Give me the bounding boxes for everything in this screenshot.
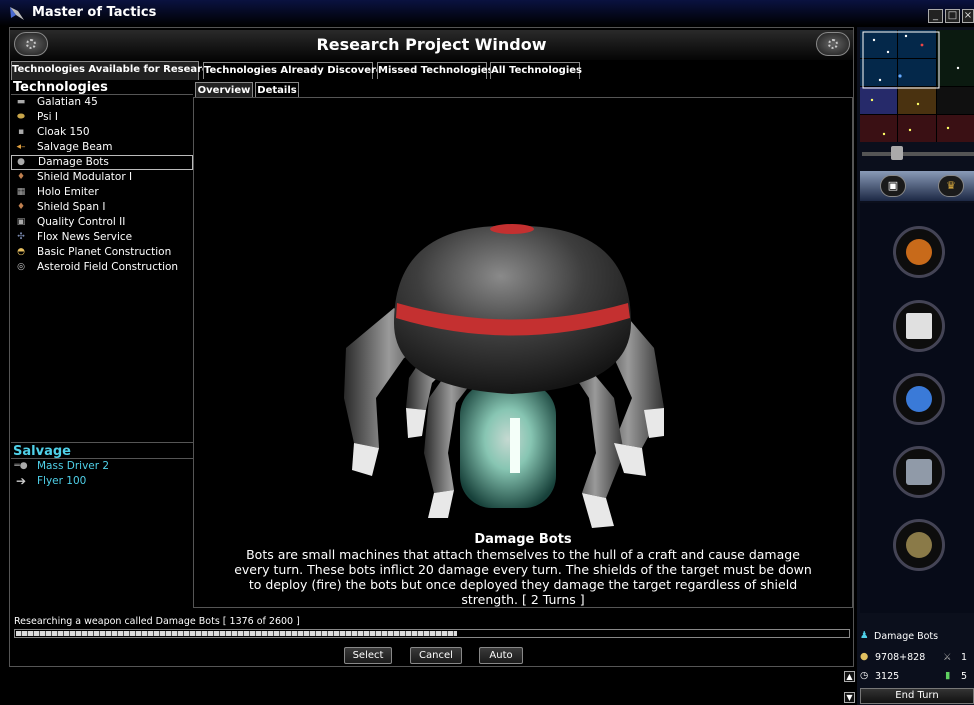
technology-description: Bots are small machines that attach them… xyxy=(234,547,812,607)
save-icon[interactable]: ▣ xyxy=(880,175,906,197)
progress-fill xyxy=(16,631,458,636)
technologies-heading: Technologies xyxy=(13,80,108,95)
tab-overview[interactable]: Overview xyxy=(195,82,253,98)
clock-icon: ◷ xyxy=(860,670,869,681)
people-icon xyxy=(906,532,932,558)
list-item[interactable]: ✣ Flox News Service xyxy=(11,230,193,245)
list-item[interactable]: ⬬ Psi I xyxy=(11,110,193,125)
quality-icon: ▣ xyxy=(16,217,26,227)
damage-bots-illustration xyxy=(344,224,664,528)
select-button[interactable]: Select xyxy=(344,647,392,664)
list-item[interactable]: ➔ Flyer 100 xyxy=(11,474,193,489)
list-item[interactable]: ▪ Cloak 150 xyxy=(11,125,193,140)
current-research-label: Damage Bots xyxy=(874,631,939,642)
production-button[interactable] xyxy=(893,446,945,498)
cancel-button[interactable]: Cancel xyxy=(410,647,462,664)
tab-missed[interactable]: Missed Technologies xyxy=(377,62,494,79)
research-flask-button[interactable] xyxy=(893,373,945,425)
salvage-heading: Salvage xyxy=(13,444,71,459)
diplomacy-button[interactable] xyxy=(893,519,945,571)
list-item[interactable]: ◎ Asteroid Field Construction xyxy=(11,260,193,275)
close-button[interactable]: × xyxy=(962,9,974,23)
population-icon: ▮ xyxy=(945,670,951,681)
zoom-slider-track[interactable] xyxy=(862,152,974,156)
factory-icon xyxy=(906,459,932,485)
tab-available[interactable]: Technologies Available for Research xyxy=(11,61,215,80)
research-status: Researching a weapon called Damage Bots … xyxy=(14,616,300,627)
ship-icon: ⚔ xyxy=(943,652,952,663)
list-item[interactable]: ◂– Salvage Beam xyxy=(11,140,193,155)
tab-details[interactable]: Details xyxy=(255,82,299,98)
crown-icon[interactable]: ♛ xyxy=(938,175,964,197)
list-item[interactable]: ▬ Galatian 45 xyxy=(11,95,193,110)
ship-count: 1 xyxy=(961,652,968,663)
end-turn-button[interactable]: End Turn xyxy=(860,688,974,704)
credits-value: 9708+828 xyxy=(875,652,926,663)
galaxy-minimap[interactable] xyxy=(860,30,974,142)
minimize-button[interactable]: _ xyxy=(928,9,943,23)
list-item-selected[interactable]: ● Damage Bots xyxy=(11,155,193,170)
shield-icon: ♦ xyxy=(16,172,26,182)
divider xyxy=(11,442,193,443)
asteroid-icon: ◎ xyxy=(17,262,25,272)
list-item[interactable]: ═● Mass Driver 2 xyxy=(11,459,193,474)
planet-icon: ◓ xyxy=(17,247,25,257)
shield-span-icon: ♦ xyxy=(16,202,26,212)
zoom-slider-thumb[interactable] xyxy=(891,146,903,160)
app-icon xyxy=(10,7,24,20)
auto-button[interactable]: Auto xyxy=(479,647,523,664)
flask-icon xyxy=(906,386,932,412)
beam-icon: ◂– xyxy=(16,142,26,152)
maximize-button[interactable]: □ xyxy=(945,9,960,23)
technology-list-panel: Technologies ▬ Galatian 45 ⬬ Psi I ▪ Cloak … xyxy=(11,80,193,607)
list-item[interactable]: ◓ Basic Planet Construction xyxy=(11,245,193,260)
cloak-icon: ▪ xyxy=(17,127,25,137)
empire-crown-button[interactable] xyxy=(893,226,945,278)
page-title: Research Project Window xyxy=(316,35,547,54)
window-title: Master of Tactics xyxy=(32,5,157,20)
news-icon: ✣ xyxy=(17,232,25,242)
scroll-down-button[interactable]: ▼ xyxy=(844,692,855,703)
holo-icon: ▦ xyxy=(16,187,26,197)
title-bar: Master of Tactics _ □ × xyxy=(0,0,974,26)
population-count: 5 xyxy=(961,671,968,682)
list-item[interactable]: ▣ Quality Control II xyxy=(11,215,193,230)
reports-button[interactable] xyxy=(893,300,945,352)
list-item[interactable]: ♦ Shield Modulator I xyxy=(11,170,193,185)
right-knob-button[interactable] xyxy=(816,32,850,56)
report-icon xyxy=(906,313,932,339)
credits-icon: ● xyxy=(860,651,869,662)
research-icon: ♟ xyxy=(860,630,869,641)
flyer-icon: ➔ xyxy=(15,474,27,488)
disc-icon: ⬬ xyxy=(17,112,25,122)
list-item[interactable]: ▦ Holo Emiter xyxy=(11,185,193,200)
scroll-up-button[interactable]: ▲ xyxy=(844,671,855,682)
list-item[interactable]: ♦ Shield Span I xyxy=(11,200,193,215)
tab-discovered[interactable]: Technologies Already Discovered xyxy=(203,62,390,79)
window-header: Research Project Window xyxy=(10,30,853,60)
bot-icon: ● xyxy=(17,157,25,167)
technology-name: Damage Bots xyxy=(474,532,572,547)
gun-icon: ▬ xyxy=(16,97,26,107)
research-progress-bar xyxy=(14,629,850,638)
mass-driver-icon: ═● xyxy=(14,461,28,471)
crown-icon xyxy=(906,239,932,265)
tab-all[interactable]: All Technologies xyxy=(490,62,582,79)
turn-time-value: 3125 xyxy=(875,671,900,682)
